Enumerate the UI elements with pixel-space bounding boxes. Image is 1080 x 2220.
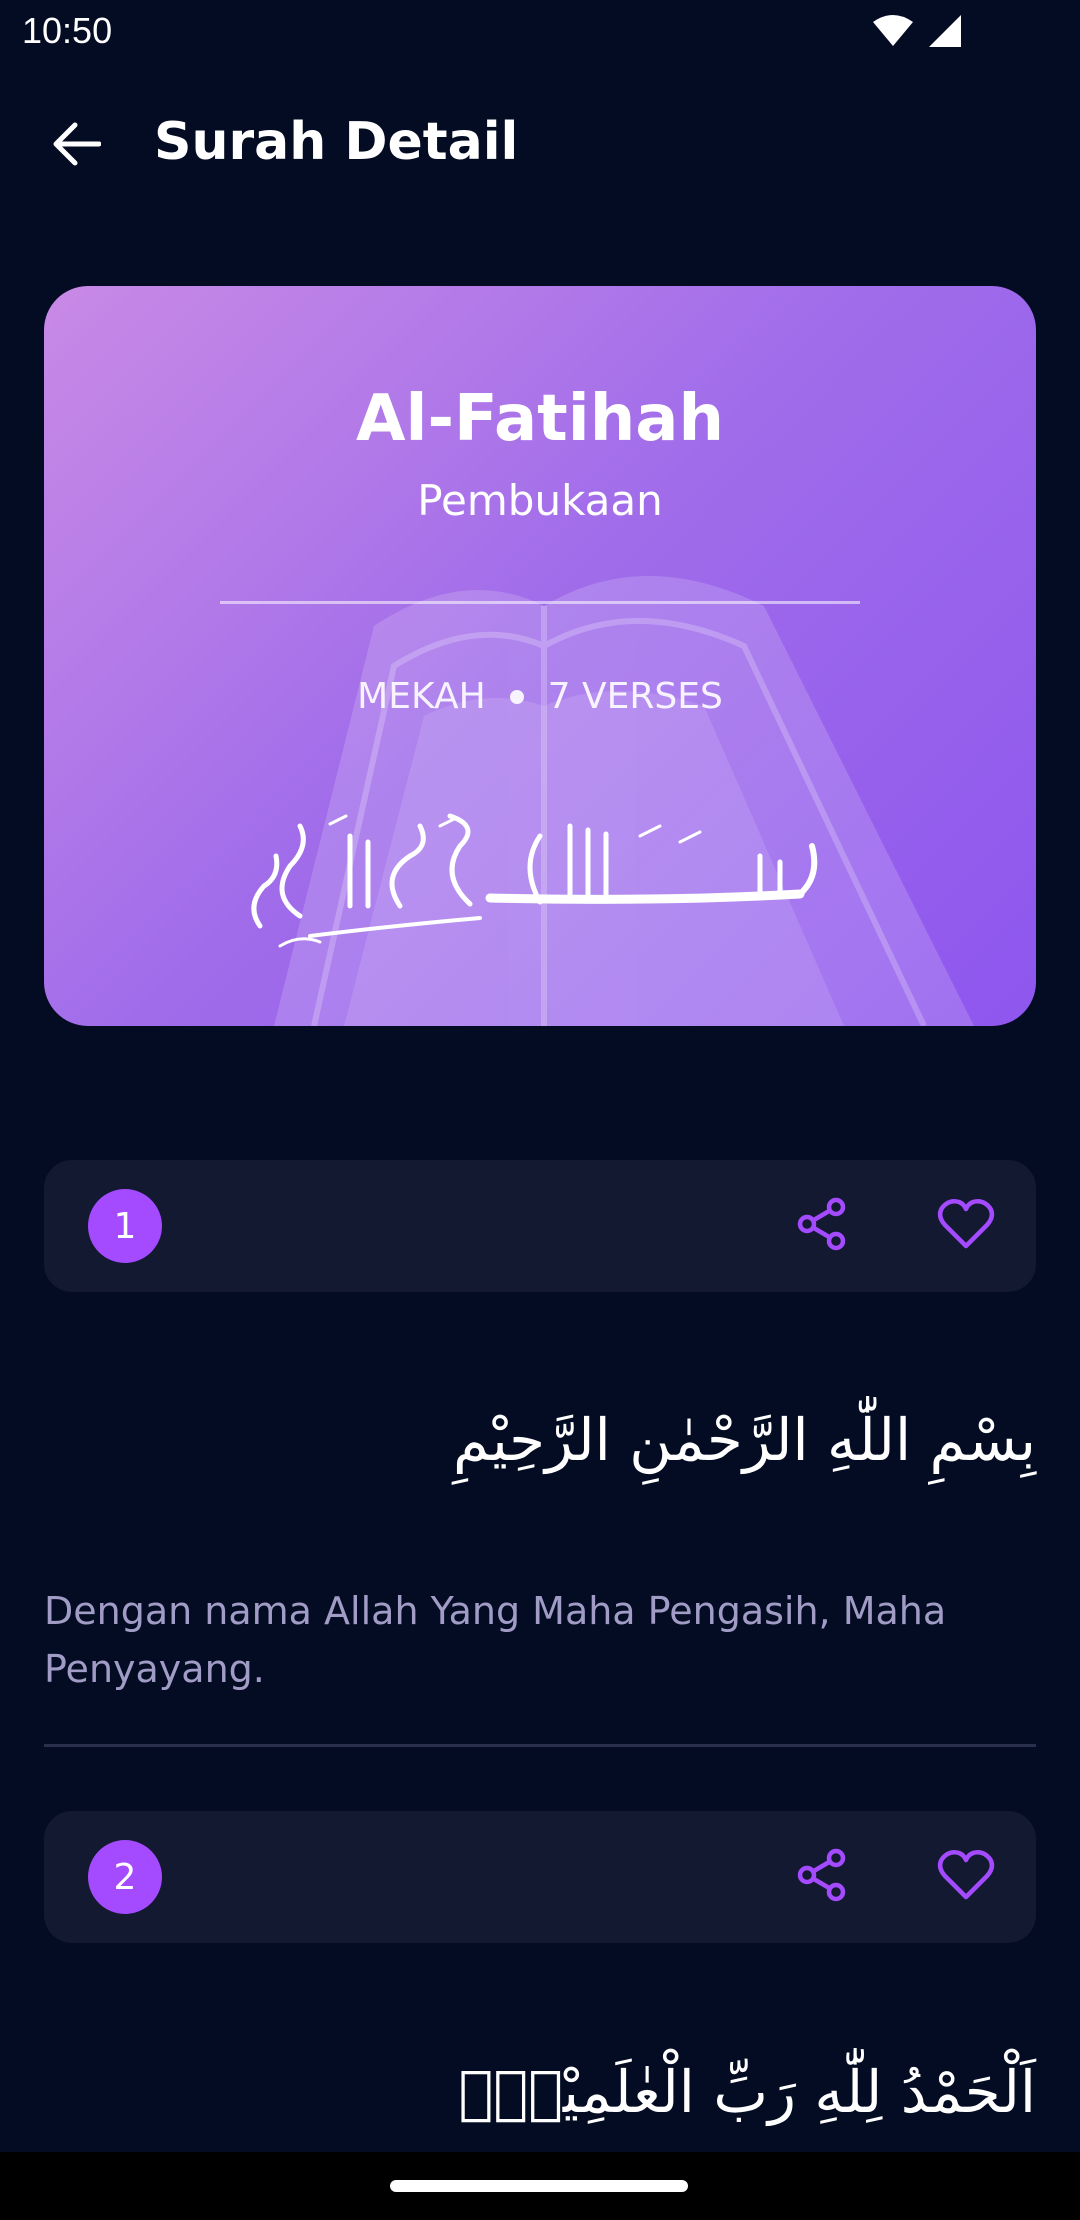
status-bar: 10:50: [0, 0, 1080, 66]
surah-meaning: Pembukaan: [417, 476, 663, 525]
surah-meta: MEKAH 7 VERSES: [44, 676, 1036, 717]
surah-name: Al-Fatihah: [355, 382, 725, 456]
arrow-left-icon: [51, 122, 102, 170]
share-button[interactable]: [788, 1843, 856, 1911]
page-title: Surah Detail: [154, 112, 519, 172]
verse-number-badge: 2: [88, 1840, 162, 1914]
surah-verse-count: 7 VERSES: [547, 676, 723, 717]
app-bar: Surah Detail: [0, 90, 1080, 200]
verse-divider: [44, 1744, 1036, 1747]
meta-separator-dot: [509, 689, 524, 704]
wifi-icon: [872, 14, 914, 48]
basmala-calligraphy-image: [251, 813, 818, 948]
card-divider: [220, 601, 860, 604]
verse-arabic-text: بِسْمِ اللّٰهِ الرَّحْمٰنِ الرَّحِيْمِ: [453, 1406, 1036, 1474]
favorite-button[interactable]: [932, 1843, 1000, 1911]
screen: 10:50 Surah Detail Al-Fatihah Pembukaan …: [0, 0, 1080, 2220]
verse-translation: Dengan nama Allah Yang Maha Pengasih, Ma…: [44, 1589, 947, 1691]
heart-outline-icon: [937, 1849, 995, 1905]
verse-arabic-text: اَلْحَمْدُ لِلّٰهِ رَبِّ الْعٰلَمِيْنَۙ: [458, 2058, 1036, 2126]
surah-place: MEKAH: [357, 676, 486, 717]
status-icons: [872, 14, 962, 48]
status-time: 10:50: [22, 10, 113, 51]
surah-info-card: Al-Fatihah Pembukaan MEKAH 7 VERSES: [44, 286, 1036, 1026]
share-icon: [794, 1196, 850, 1256]
home-gesture-handle[interactable]: [390, 2180, 688, 2192]
verse-number-badge: 1: [88, 1189, 162, 1263]
verse-toolbar: 2: [44, 1811, 1036, 1943]
verse-toolbar: 1: [44, 1160, 1036, 1292]
heart-outline-icon: [937, 1198, 995, 1254]
share-button[interactable]: [788, 1192, 856, 1260]
back-button[interactable]: [40, 110, 112, 182]
favorite-button[interactable]: [932, 1192, 1000, 1260]
share-icon: [794, 1847, 850, 1907]
signal-icon: [928, 14, 962, 48]
system-navigation-bar: [0, 2152, 1080, 2220]
